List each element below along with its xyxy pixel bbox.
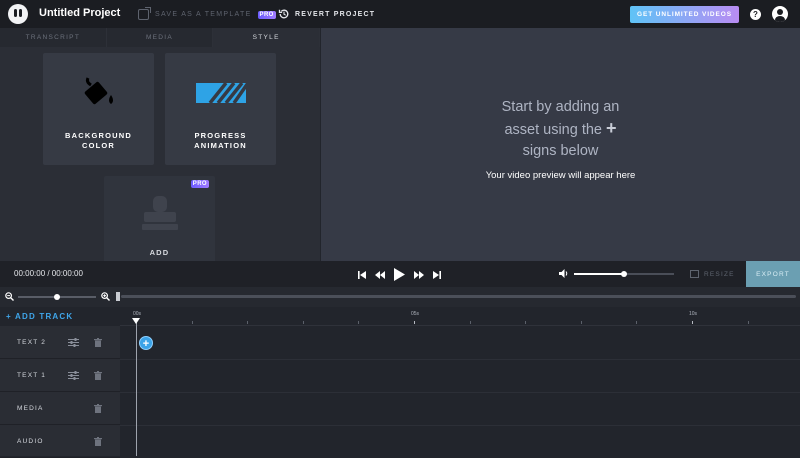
save-as-template-label: SAVE AS A TEMPLATE <box>155 11 252 18</box>
help-icon[interactable]: ? <box>750 9 761 20</box>
ruler-label: 00s <box>133 311 142 317</box>
skip-to-start-icon[interactable] <box>358 270 366 279</box>
volume-slider[interactable] <box>574 271 674 277</box>
progress-bar-icon <box>196 83 246 103</box>
track-list: TEXT 2 TEXT 1 MEDIA AUDIO <box>0 326 120 458</box>
ruler-tick <box>358 321 359 324</box>
ruler-label: 05s <box>411 311 420 317</box>
user-account-icon[interactable] <box>772 6 788 22</box>
background-color-label: BACKGROUND COLOR <box>65 131 132 150</box>
ruler-tick <box>581 321 582 324</box>
volume-slider-fill <box>574 273 624 275</box>
ruler-tick <box>470 321 471 324</box>
app-logo-icon[interactable] <box>8 4 28 24</box>
fast-forward-icon[interactable] <box>414 270 424 279</box>
preview-headline-line3: signs below <box>522 143 599 159</box>
add-track-button[interactable]: + ADD TRACK <box>6 312 73 321</box>
preview-headline-line1: Start by adding an <box>501 99 620 115</box>
revert-project-label: REVERT PROJECT <box>295 10 376 18</box>
playback-bar: 00:00:00 / 00:00:00 RESIZE EXPORT <box>0 261 800 287</box>
ruler-tick <box>247 321 248 324</box>
save-as-template-button[interactable]: SAVE AS A TEMPLATE PRO <box>138 7 276 21</box>
style-panel: TRANSCRIPT MEDIA STYLE BACKGROUND COLOR … <box>0 28 320 261</box>
export-button[interactable]: EXPORT <box>746 261 800 287</box>
trash-icon[interactable] <box>94 437 102 446</box>
ruler-label: 10s <box>689 311 698 317</box>
track-text-1[interactable]: TEXT 1 <box>0 359 120 392</box>
playhead[interactable] <box>136 322 137 456</box>
pro-badge: PRO <box>190 180 209 188</box>
track-divider <box>120 359 800 360</box>
trash-icon[interactable] <box>94 338 102 347</box>
preview-subtext: Your video preview will appear here <box>485 170 636 181</box>
template-icon <box>138 7 151 20</box>
rewind-icon[interactable] <box>375 270 385 279</box>
tab-media[interactable]: MEDIA <box>107 28 214 47</box>
tab-style[interactable]: STYLE <box>213 28 320 47</box>
zoom-bar <box>0 287 800 307</box>
timeline-ruler[interactable]: 00s 05s 10s <box>120 307 800 326</box>
project-title[interactable]: Untitled Project <box>39 7 120 19</box>
ruler-tick <box>192 321 193 324</box>
resize-button[interactable]: RESIZE <box>690 270 735 278</box>
volume-slider-knob[interactable] <box>621 271 627 277</box>
add-asset-button[interactable]: + <box>139 336 153 350</box>
background-color-card[interactable]: BACKGROUND COLOR <box>43 53 154 165</box>
preview-headline-line2: asset using the + <box>321 118 800 141</box>
timecode: 00:00:00 / 00:00:00 <box>14 269 83 278</box>
video-preview: Start by adding an asset using the + sig… <box>321 28 800 261</box>
playhead-handle-icon[interactable] <box>132 318 140 324</box>
stamp-icon <box>142 196 178 230</box>
history-icon <box>278 9 289 19</box>
volume-icon[interactable] <box>559 269 569 278</box>
skip-to-end-icon[interactable] <box>433 270 441 279</box>
timeline-tracks-area[interactable] <box>120 326 800 456</box>
progress-animation-label: PROGRESS ANIMATION <box>194 131 247 150</box>
ruler-tick <box>636 321 637 324</box>
track-divider <box>120 392 800 393</box>
zoom-slider[interactable] <box>18 294 96 300</box>
track-name: MEDIA <box>17 405 44 412</box>
track-name: TEXT 2 <box>17 339 47 346</box>
add-watermark-card[interactable]: PRO ADD <box>104 176 215 261</box>
tab-transcript[interactable]: TRANSCRIPT <box>0 28 107 47</box>
track-name: AUDIO <box>17 438 44 445</box>
ruler-tick <box>414 321 415 324</box>
timeline-scrollbar[interactable] <box>121 295 796 298</box>
track-name: TEXT 1 <box>17 372 47 379</box>
resize-label: RESIZE <box>704 270 735 278</box>
trash-icon[interactable] <box>94 371 102 380</box>
pro-badge: PRO <box>257 10 276 19</box>
trash-icon[interactable] <box>94 404 102 413</box>
ruler-tick <box>303 321 304 324</box>
panel-tabs: TRANSCRIPT MEDIA STYLE <box>0 28 320 47</box>
zoom-in-icon[interactable] <box>101 292 110 301</box>
zoom-slider-knob[interactable] <box>54 294 60 300</box>
timeline-scroll-handle[interactable] <box>116 292 120 301</box>
top-bar: Untitled Project SAVE AS A TEMPLATE PRO … <box>0 0 800 28</box>
zoom-out-icon[interactable] <box>5 292 14 301</box>
add-track-bar: + ADD TRACK <box>0 307 120 326</box>
play-icon[interactable] <box>394 268 405 281</box>
ruler-tick <box>525 321 526 324</box>
preview-headline: Start by adding an asset using the + sig… <box>321 97 800 162</box>
paint-bucket-icon <box>84 77 113 105</box>
add-label: ADD <box>149 248 170 257</box>
track-media[interactable]: MEDIA <box>0 392 120 425</box>
playback-controls <box>358 267 441 282</box>
get-unlimited-videos-button[interactable]: GET UNLIMITED VIDEOS <box>630 6 739 23</box>
ruler-tick <box>692 321 693 324</box>
track-audio[interactable]: AUDIO <box>0 425 120 458</box>
sliders-icon[interactable] <box>68 338 79 347</box>
track-divider <box>120 425 800 426</box>
resize-icon <box>690 270 699 278</box>
track-text-2[interactable]: TEXT 2 <box>0 326 120 359</box>
sliders-icon[interactable] <box>68 371 79 380</box>
preview-headline-line2-text: asset using the <box>504 122 602 138</box>
ruler-tick <box>748 321 749 324</box>
revert-project-button[interactable]: REVERT PROJECT <box>278 8 375 20</box>
plus-icon: + <box>606 118 617 138</box>
progress-animation-card[interactable]: PROGRESS ANIMATION <box>165 53 276 165</box>
